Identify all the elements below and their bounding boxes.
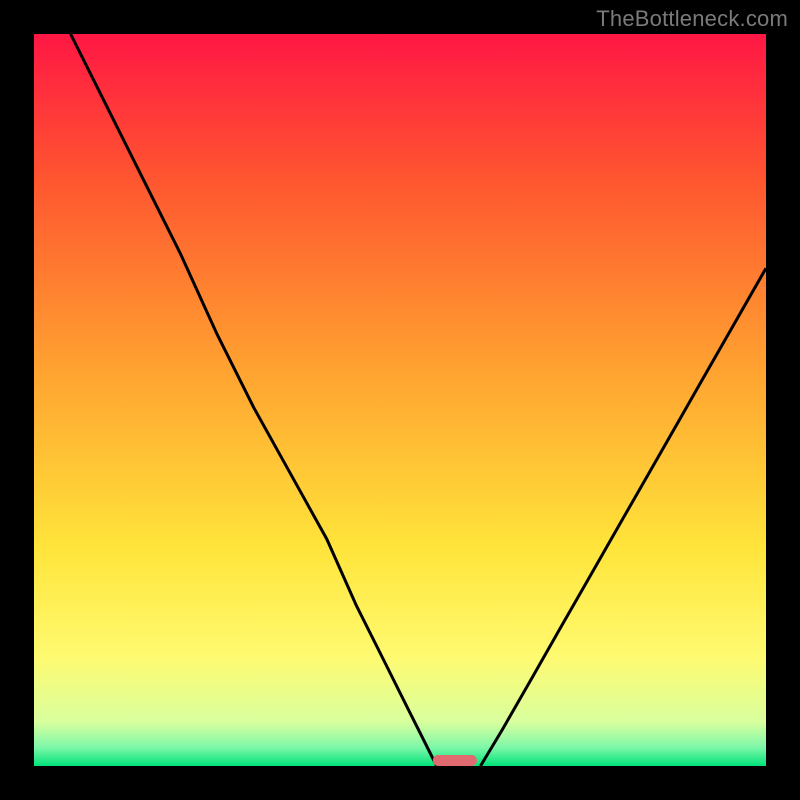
- plot-area: [34, 34, 766, 766]
- watermark-text: TheBottleneck.com: [596, 6, 788, 32]
- highlight-marker: [433, 755, 477, 766]
- gradient-background: [34, 34, 766, 766]
- chart-container: TheBottleneck.com: [0, 0, 800, 800]
